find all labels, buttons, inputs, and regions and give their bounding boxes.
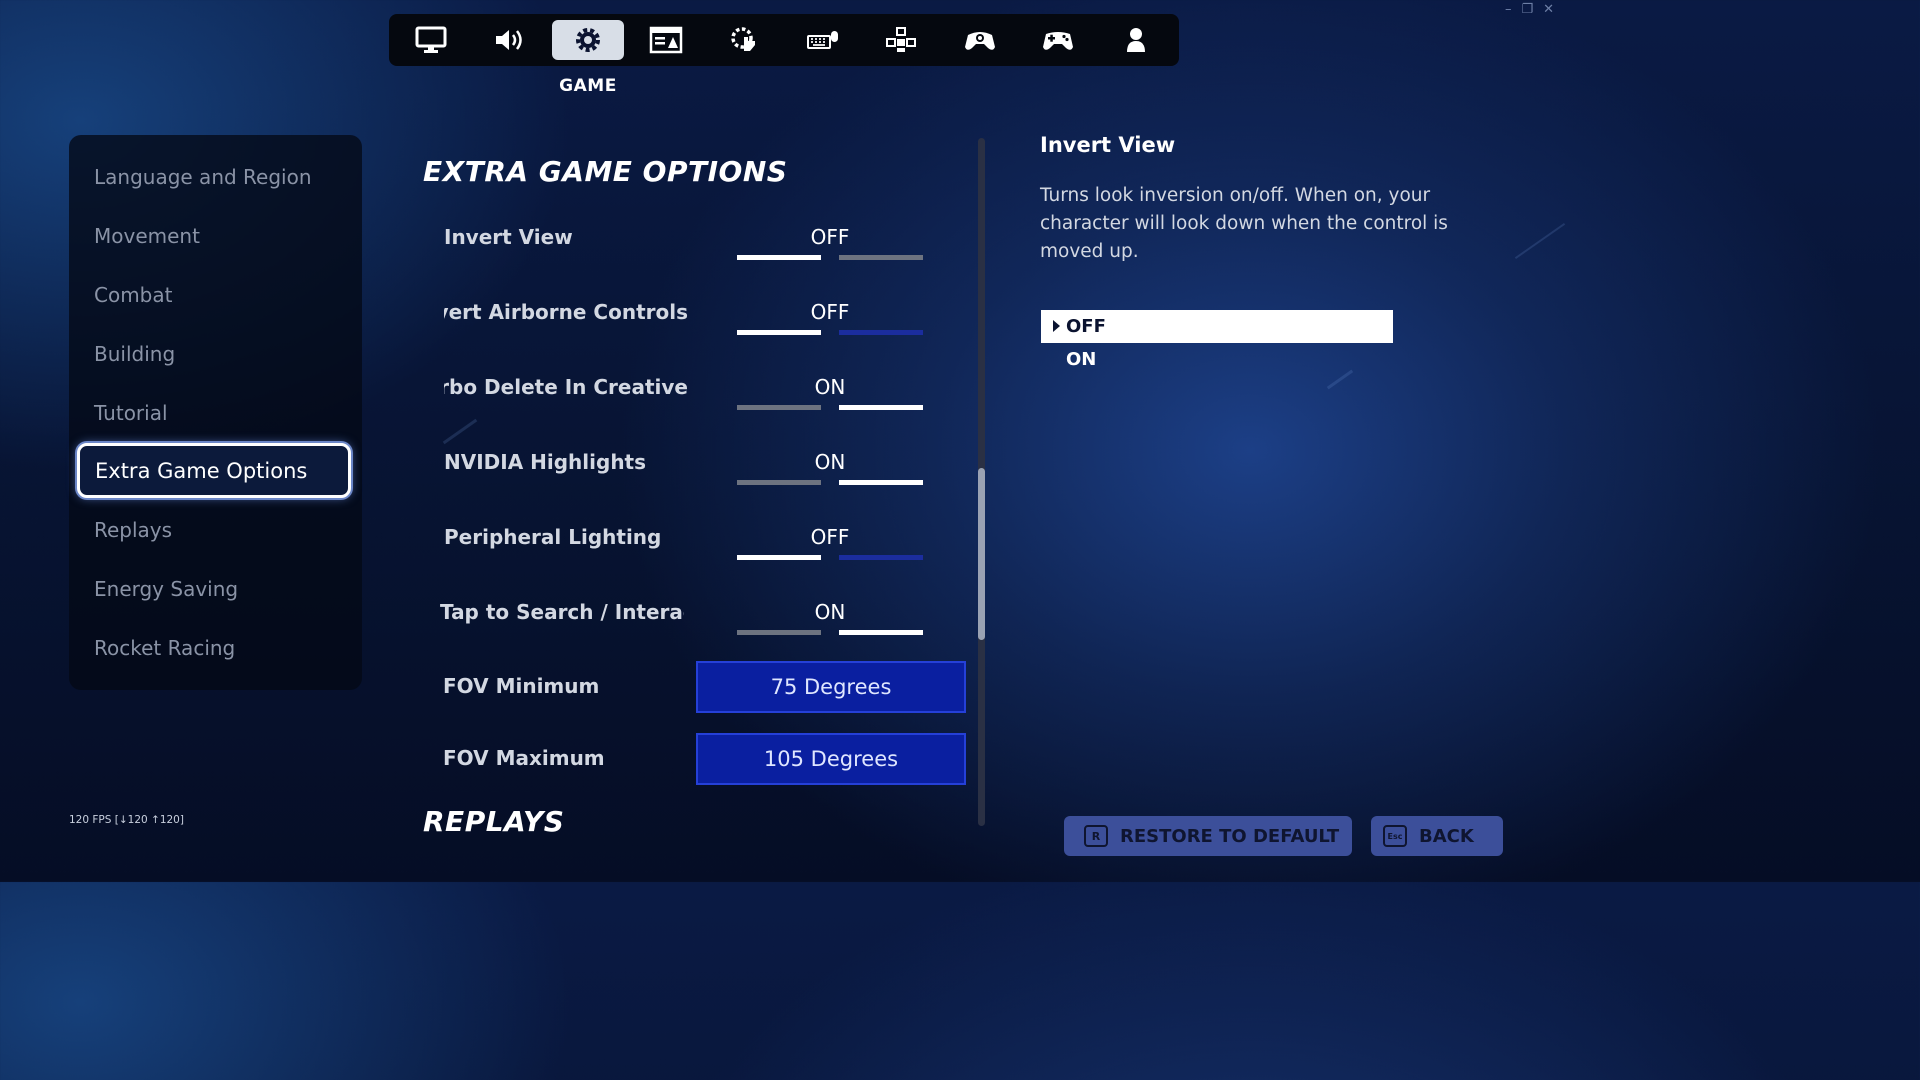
sidebar-item-movement[interactable]: Movement bbox=[94, 224, 200, 248]
fov-min-input[interactable]: 75 Degrees bbox=[696, 661, 966, 713]
setting-label: Turbo Delete In Creative bbox=[444, 375, 688, 399]
setting-value[interactable]: ON bbox=[737, 600, 923, 624]
restore-icon[interactable]: ❐ bbox=[1521, 2, 1533, 17]
detail-description: Turns look inversion on/off. When on, yo… bbox=[1040, 185, 1448, 262]
setting-label: Peripheral Lighting bbox=[444, 525, 662, 549]
tab-controller-buttons[interactable] bbox=[865, 20, 937, 60]
restore-default-button[interactable]: R RESTORE TO DEFAULT bbox=[1064, 816, 1352, 856]
tab-accessibility-display[interactable] bbox=[630, 20, 702, 60]
tab-controller[interactable] bbox=[1022, 20, 1094, 60]
sidebar-item-rocket-racing[interactable]: Rocket Racing bbox=[94, 636, 235, 660]
sidebar: Language and Region Movement Combat Buil… bbox=[69, 135, 362, 690]
speaker-icon bbox=[496, 30, 522, 50]
detail-title: Invert View bbox=[1040, 133, 1176, 157]
r-key-icon: R bbox=[1084, 825, 1108, 847]
toggle-on-segment[interactable] bbox=[839, 405, 923, 410]
esc-key-icon: Esc bbox=[1383, 825, 1407, 847]
setting-value[interactable]: ON bbox=[737, 450, 923, 474]
tab-audio[interactable] bbox=[474, 20, 546, 60]
next-section-title: REPLAYS bbox=[423, 805, 565, 838]
sidebar-item-combat[interactable]: Combat bbox=[94, 283, 172, 307]
sidebar-item-energy-saving[interactable]: Energy Saving bbox=[94, 577, 238, 601]
controller-buttons-icon bbox=[886, 27, 916, 52]
setting-value[interactable]: OFF bbox=[737, 525, 923, 549]
fov-min-label: FOV Minimum bbox=[443, 674, 600, 698]
display-text-icon bbox=[649, 26, 683, 54]
setting-value[interactable]: ON bbox=[737, 375, 923, 399]
background-streak bbox=[1514, 222, 1566, 260]
keyboard-mouse-icon bbox=[807, 31, 838, 49]
detail-option-label: ON bbox=[1066, 349, 1097, 370]
tab-video[interactable] bbox=[395, 20, 467, 60]
toggle-off-segment[interactable] bbox=[737, 330, 821, 335]
sidebar-item-extra-game-options[interactable]: Extra Game Options bbox=[77, 443, 351, 498]
setting-label: Tap to Search / Interact bbox=[440, 600, 684, 624]
back-button[interactable]: Esc BACK bbox=[1371, 816, 1503, 856]
restore-default-label: RESTORE TO DEFAULT bbox=[1120, 825, 1340, 847]
controller-settings-icon bbox=[965, 32, 995, 50]
tab-account[interactable] bbox=[1100, 20, 1172, 60]
toggle-off-segment[interactable] bbox=[737, 555, 821, 560]
section-title: EXTRA GAME OPTIONS bbox=[423, 155, 788, 188]
sidebar-item-replays[interactable]: Replays bbox=[94, 518, 172, 542]
fov-max-label: FOV Maximum bbox=[443, 746, 605, 770]
setting-value[interactable]: OFF bbox=[737, 300, 923, 324]
sidebar-item-tutorial[interactable]: Tutorial bbox=[94, 401, 168, 425]
toggle-on-segment[interactable] bbox=[839, 480, 923, 485]
fov-max-input[interactable]: 105 Degrees bbox=[696, 733, 966, 785]
tab-controller-settings[interactable] bbox=[944, 20, 1016, 60]
back-label: BACK bbox=[1419, 825, 1474, 847]
background-streak bbox=[442, 418, 478, 445]
close-icon[interactable]: ✕ bbox=[1543, 2, 1554, 17]
gear-icon bbox=[576, 28, 600, 52]
scrollbar-thumb[interactable] bbox=[978, 468, 985, 640]
toggle-on-segment[interactable] bbox=[839, 630, 923, 635]
tab-touch[interactable] bbox=[709, 20, 781, 60]
detail-option-label: OFF bbox=[1066, 316, 1106, 337]
setting-label: NVIDIA Highlights bbox=[444, 450, 647, 474]
sidebar-item-language-region[interactable]: Language and Region bbox=[94, 165, 312, 189]
sidebar-item-building[interactable]: Building bbox=[94, 342, 175, 366]
detail-option-on[interactable]: ON bbox=[1041, 343, 1393, 376]
tab-game[interactable] bbox=[552, 20, 624, 60]
toggle-on-segment[interactable] bbox=[839, 255, 923, 260]
window-controls: – ❐ ✕ bbox=[1505, 2, 1554, 17]
active-tab-label: GAME bbox=[559, 76, 617, 96]
setting-label: Invert View bbox=[444, 225, 573, 249]
setting-value[interactable]: OFF bbox=[737, 225, 923, 249]
settings-tab-bar bbox=[389, 14, 1179, 66]
fps-counter: 120 FPS [↓120 ↑120] bbox=[69, 814, 184, 826]
detail-option-off[interactable]: OFF bbox=[1041, 310, 1393, 343]
gamepad-icon bbox=[1043, 32, 1073, 50]
caret-right-icon bbox=[1053, 320, 1060, 332]
toggle-off-segment[interactable] bbox=[737, 630, 821, 635]
touch-settings-icon bbox=[731, 27, 755, 51]
toggle-off-segment[interactable] bbox=[737, 255, 821, 260]
minimize-icon[interactable]: – bbox=[1505, 2, 1512, 17]
monitor-icon bbox=[415, 26, 447, 53]
account-icon bbox=[1127, 28, 1145, 52]
toggle-on-segment[interactable] bbox=[839, 555, 923, 560]
toggle-off-segment[interactable] bbox=[737, 405, 821, 410]
setting-label: Invert Airborne Controls bbox=[444, 300, 688, 324]
toggle-on-segment[interactable] bbox=[839, 330, 923, 335]
toggle-off-segment[interactable] bbox=[737, 480, 821, 485]
tab-keyboard-mouse[interactable] bbox=[787, 20, 859, 60]
